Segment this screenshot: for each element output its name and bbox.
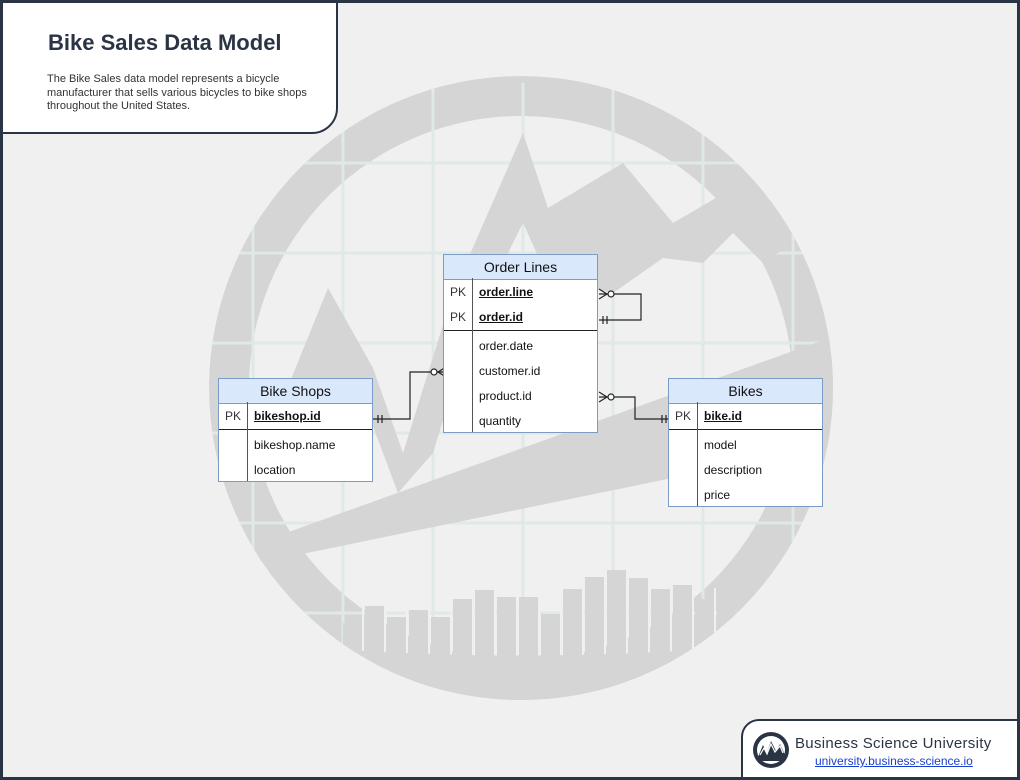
entity-order-lines[interactable]: Order Lines PK order.line PK order.id or… xyxy=(443,254,598,433)
column-divider xyxy=(697,402,698,506)
brand-logo-icon xyxy=(753,732,789,768)
field-row: model xyxy=(669,433,822,458)
brand-name: Business Science University xyxy=(795,735,992,752)
key-separator xyxy=(219,429,372,430)
field-name: bikeshop.name xyxy=(254,438,336,452)
field-row: location xyxy=(219,458,372,483)
field-row: description xyxy=(669,458,822,483)
relationship-bikeshop-order xyxy=(373,371,446,420)
field-name: product.id xyxy=(479,389,532,403)
entity-title: Bikes xyxy=(669,379,822,404)
diagram-canvas: Bike Sales Data Model The Bike Sales dat… xyxy=(0,0,1020,780)
key-separator xyxy=(669,429,822,430)
brand-link[interactable]: university.business-science.io xyxy=(815,754,973,768)
entity-bikes[interactable]: Bikes PK bike.id model description price xyxy=(668,378,823,507)
pk-label: PK xyxy=(449,285,466,299)
field-row: order.date xyxy=(444,334,597,359)
field-name: customer.id xyxy=(479,364,541,378)
pk-label: PK xyxy=(224,409,241,423)
field-name: bikeshop.id xyxy=(254,409,321,423)
field-row: bikeshop.name xyxy=(219,433,372,458)
field-row: product.id xyxy=(444,384,597,409)
field-name: order.line xyxy=(479,285,534,299)
pk-row: PK order.line xyxy=(444,280,597,305)
pk-label: PK xyxy=(449,310,466,324)
pk-row: PK bikeshop.id xyxy=(219,404,372,429)
field-name: model xyxy=(704,438,737,452)
key-separator xyxy=(444,330,597,331)
field-name: quantity xyxy=(479,414,522,428)
pk-row: PK bike.id xyxy=(669,404,822,429)
field-name: price xyxy=(704,488,731,502)
relationship-order-self xyxy=(599,293,642,321)
field-row: customer.id xyxy=(444,359,597,384)
pk-label: PK xyxy=(674,409,691,423)
entity-title: Bike Shops xyxy=(219,379,372,404)
column-divider xyxy=(247,402,248,481)
field-row: quantity xyxy=(444,409,597,434)
column-divider xyxy=(472,278,473,432)
brand-card: Business Science University university.b… xyxy=(741,719,1017,777)
entity-title: Order Lines xyxy=(444,255,597,280)
entity-bike-shops[interactable]: Bike Shops PK bikeshop.id bikeshop.name … xyxy=(218,378,373,482)
field-row: price xyxy=(669,483,822,508)
field-name: order.date xyxy=(479,339,534,353)
field-name: location xyxy=(254,463,296,477)
field-name: bike.id xyxy=(704,409,743,423)
pk-row: PK order.id xyxy=(444,305,597,330)
field-name: order.id xyxy=(479,310,524,324)
field-name: description xyxy=(704,463,763,477)
